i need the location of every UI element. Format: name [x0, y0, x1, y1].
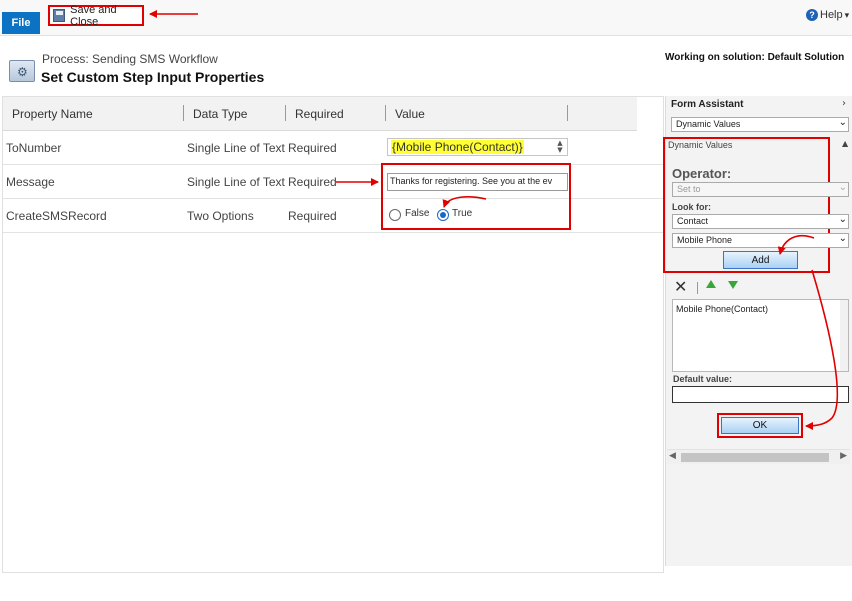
move-down-icon[interactable] [728, 281, 738, 289]
mode-select-value: Dynamic Values [676, 119, 741, 129]
file-tab[interactable]: File [2, 12, 40, 34]
column-divider[interactable] [385, 105, 386, 121]
process-icon: ⚙ [9, 60, 35, 82]
table-row: ToNumber Single Line of Text Required {M… [3, 131, 663, 165]
column-header-value[interactable]: Value [395, 107, 425, 121]
tonumber-value-field[interactable]: {Mobile Phone(Contact)} ▲ ▼ [387, 138, 568, 156]
column-divider[interactable] [567, 105, 568, 121]
property-name: Message [6, 175, 55, 189]
toolbar-divider [697, 282, 698, 294]
property-name: CreateSMSRecord [6, 209, 107, 223]
form-assistant-title: Form Assistant [671, 99, 744, 110]
data-type: Single Line of Text [187, 141, 285, 155]
column-header-required[interactable]: Required [295, 107, 344, 121]
page-title: Set Custom Step Input Properties [41, 69, 265, 85]
chevron-down-icon: ⌄ [838, 117, 847, 128]
add-button[interactable]: Add [723, 251, 798, 269]
spinner-icon[interactable]: ▲ ▼ [555, 140, 565, 154]
property-name: ToNumber [6, 141, 62, 155]
process-name: Process: Sending SMS Workflow [42, 52, 218, 66]
look-for-label: Look for: [672, 202, 711, 212]
move-up-icon[interactable] [706, 280, 716, 288]
dynamic-values-header: Dynamic Values [668, 140, 733, 150]
list-scrollbar[interactable] [840, 300, 848, 371]
save-icon [53, 9, 66, 22]
required: Required [288, 141, 337, 155]
column-header-data-type[interactable]: Data Type [193, 107, 247, 121]
chevron-down-icon: ⌄ [838, 182, 847, 193]
required: Required [288, 209, 337, 223]
entity-value: Contact [677, 216, 709, 226]
dynamic-values-list[interactable]: Mobile Phone(Contact) [672, 299, 849, 372]
delete-icon[interactable]: ✕ [674, 277, 687, 297]
help-icon: ? [806, 9, 818, 21]
chevron-down-icon: ⌄ [838, 214, 847, 225]
look-for-field-select[interactable]: Mobile Phone ⌄ [672, 233, 849, 248]
operator-label: Operator: [672, 166, 732, 181]
operator-value: Set to [677, 184, 701, 194]
default-value-input[interactable] [672, 386, 849, 403]
assistant-mode-select[interactable]: Dynamic Values ⌄ [671, 117, 849, 132]
chevron-down-icon: ⌄ [838, 233, 847, 244]
annotation-highlight-box [381, 163, 571, 230]
scroll-left-icon[interactable]: ◀ [669, 451, 676, 461]
list-item[interactable]: Mobile Phone(Contact) [676, 304, 768, 314]
save-and-close-button[interactable]: Save and Close [48, 3, 144, 28]
data-type: Two Options [187, 209, 254, 223]
scrollbar-thumb[interactable] [681, 453, 829, 462]
required: Required [288, 175, 337, 189]
default-value-label: Default value: [673, 374, 733, 384]
column-divider[interactable] [285, 105, 286, 121]
ok-button[interactable]: OK [721, 417, 799, 434]
column-header-property-name[interactable]: Property Name [12, 107, 93, 121]
chevron-down-icon: ▾ [844, 9, 850, 20]
dynamic-value-token: {Mobile Phone(Contact)} [391, 140, 524, 154]
chevron-right-icon[interactable]: › [842, 98, 846, 109]
help-label: Help [820, 9, 843, 21]
data-type: Single Line of Text [187, 175, 285, 189]
column-divider[interactable] [183, 105, 184, 121]
field-value: Mobile Phone [677, 235, 733, 245]
operator-select[interactable]: Set to ⌄ [672, 182, 849, 197]
collapse-up-icon[interactable]: ▲ [842, 139, 848, 148]
scroll-right-icon[interactable]: ▶ [840, 451, 847, 461]
save-and-close-label: Save and Close [70, 3, 117, 28]
help-menu[interactable]: ? Help ▾ [806, 9, 849, 21]
horizontal-scrollbar[interactable]: ◀ ▶ [667, 449, 850, 464]
look-for-entity-select[interactable]: Contact ⌄ [672, 214, 849, 229]
grid-header: Property Name Data Type Required Value [3, 97, 637, 131]
solution-label: Working on solution: Default Solution [665, 52, 845, 63]
